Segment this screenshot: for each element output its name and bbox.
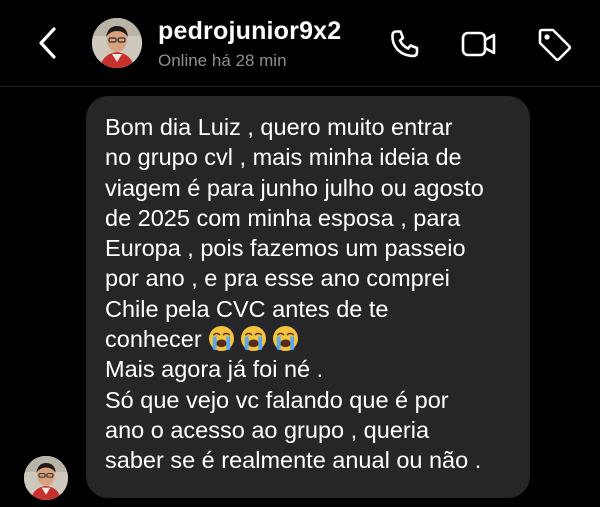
phone-icon[interactable] (384, 24, 424, 64)
message-line: Só que vejo vc falando que é por (105, 386, 449, 413)
message-line: no grupo cvl , mais minha ideia de (105, 144, 462, 171)
sender-avatar[interactable] (24, 456, 68, 500)
message-line: Europa , pois fazemos um passeio (105, 235, 466, 262)
message-line: ano o acesso ao grupo , queria (105, 416, 430, 443)
message-line: Bom dia Luiz , quero muito entrar (105, 114, 453, 140)
message-line: viagem é para junho julho ou agosto (105, 174, 484, 201)
message-line: saber se é realmente anual ou não . (105, 447, 482, 474)
message-line: de 2025 com minha esposa , para (105, 204, 461, 231)
video-camera-icon[interactable] (458, 24, 498, 64)
message-line: Mais agora já foi né . (105, 356, 324, 383)
crying-face-emoji (240, 325, 267, 352)
chat-header: pedrojunior9x2 Online há 28 min (0, 0, 600, 87)
online-status: Online há 28 min (158, 51, 287, 70)
message-line: conhecer (105, 326, 202, 353)
avatar[interactable] (92, 18, 142, 68)
crying-face-emoji (272, 325, 299, 352)
message-line: Chile pela CVC antes de te (105, 295, 389, 322)
tag-icon[interactable] (534, 24, 574, 64)
back-chevron-icon[interactable] (34, 24, 64, 62)
message-bubble[interactable]: Bom dia Luiz , quero muito entrar no gru… (86, 96, 530, 498)
message-line-with-emojis: conhecer (105, 324, 520, 354)
chat-username[interactable]: pedrojunior9x2 (158, 17, 341, 46)
crying-face-emoji (208, 325, 235, 352)
message-line: por ano , e pra esse ano comprei (105, 265, 450, 292)
